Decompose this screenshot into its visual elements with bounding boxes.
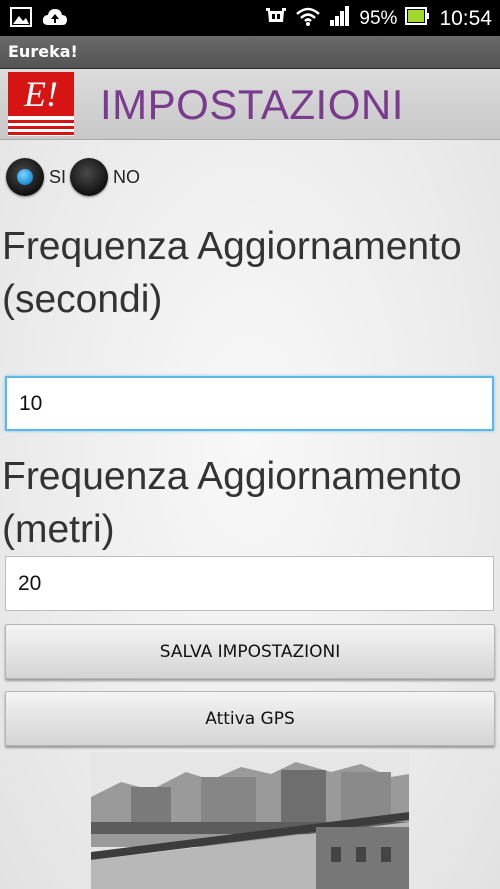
clock: 10:54 — [439, 6, 492, 30]
status-bar: 95% 10:54 — [0, 0, 500, 36]
radio-si[interactable] — [6, 158, 44, 196]
settings-content: SI NO Frequenza Aggiornamento (secondi) … — [0, 140, 500, 889]
signal-icon — [329, 5, 351, 32]
cloud-upload-icon — [42, 6, 68, 33]
app-title-bar: Eureka! — [0, 36, 500, 69]
frequency-meters-input[interactable]: 20 — [5, 556, 494, 611]
logo-text: E! — [24, 74, 58, 114]
frequency-seconds-label: Frequenza Aggiornamento (secondi) — [2, 225, 462, 321]
radio-no[interactable] — [70, 158, 109, 196]
battery-icon — [405, 6, 430, 31]
city-photo — [91, 752, 409, 889]
image-icon — [10, 6, 32, 33]
radio-no-label[interactable]: NO — [113, 167, 140, 188]
frequency-seconds-input[interactable]: 10 — [5, 376, 494, 431]
wifi-icon — [295, 5, 321, 32]
enable-radio-group: SI NO — [6, 158, 144, 196]
page-title: IMPOSTAZIONI — [100, 81, 404, 128]
save-settings-button[interactable]: SALVA IMPOSTAZIONI — [5, 624, 495, 679]
radio-si-label[interactable]: SI — [49, 167, 66, 188]
radio-selected-indicator — [17, 169, 33, 185]
android-icon — [265, 5, 287, 32]
app-logo: E! — [8, 72, 74, 136]
activate-gps-button[interactable]: Attiva GPS — [5, 691, 495, 746]
page-header: E! IMPOSTAZIONI — [0, 69, 500, 140]
frequency-meters-label: Frequenza Aggiornamento (metri) — [2, 455, 462, 551]
battery-percent: 95% — [359, 7, 398, 29]
app-title: Eureka! — [8, 42, 78, 61]
